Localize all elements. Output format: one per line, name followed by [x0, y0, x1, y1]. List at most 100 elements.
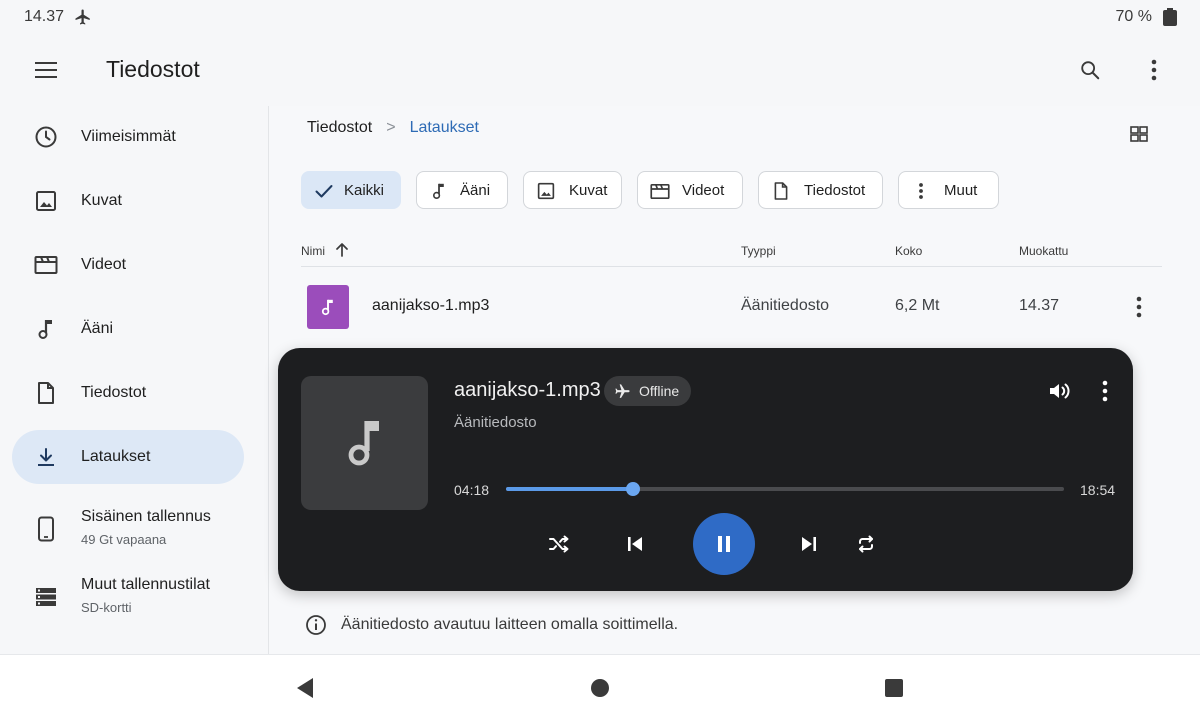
breadcrumb-current[interactable]: Lataukset — [410, 119, 479, 137]
column-header-size[interactable]: Koko — [895, 244, 922, 258]
sidebar-item-recent[interactable]: Viimeisimmät — [12, 110, 244, 164]
image-icon — [34, 189, 58, 213]
skip-next-icon[interactable] — [794, 529, 824, 559]
pause-button[interactable] — [693, 513, 755, 575]
filter-chip-label: Ääni — [460, 182, 491, 199]
sidebar-item-label: Tiedostot — [81, 384, 147, 401]
sidebar-item-videos[interactable]: Videot — [12, 238, 244, 292]
row-more-vert-icon[interactable] — [1127, 295, 1151, 319]
airplane-icon — [614, 383, 631, 400]
breadcrumb: Tiedostot > Lataukset — [307, 119, 479, 137]
check-icon — [314, 181, 334, 201]
phone-icon — [34, 516, 58, 542]
repeat-icon[interactable] — [851, 529, 881, 559]
shuffle-icon[interactable] — [544, 529, 574, 559]
offline-label: Offline — [639, 383, 680, 399]
more-vert-icon — [911, 181, 931, 201]
pause-icon — [718, 536, 730, 552]
filter-chip-all[interactable]: Kaikki — [301, 171, 401, 209]
recents-icon[interactable] — [881, 675, 907, 701]
audio-file-icon — [307, 285, 349, 329]
sidebar-item-sublabel: 49 Gt vapaana — [81, 532, 167, 547]
filter-chip-label: Kaikki — [344, 182, 385, 199]
sidebar-item-label: Sisäinen tallennus — [81, 508, 211, 525]
info-icon — [305, 614, 327, 636]
search-icon[interactable] — [1072, 52, 1108, 88]
sidebar-item-internal-storage[interactable]: Sisäinen tallennus 49 Gt vapaana — [12, 502, 244, 556]
image-icon — [536, 181, 556, 201]
sidebar-item-label: Viimeisimmät — [81, 128, 176, 145]
media-player: aanijakso-1.mp3 Offline Äänitiedosto 04:… — [278, 348, 1133, 591]
column-header-modified[interactable]: Muokattu — [1019, 244, 1068, 258]
offline-badge: Offline — [604, 376, 692, 406]
filter-chip-images[interactable]: Kuvat — [523, 171, 622, 209]
app-bar: Tiedostot — [0, 34, 1200, 106]
music-note-icon — [34, 317, 58, 341]
info-message: Äänitiedosto avautuu laitteen omalla soi… — [305, 614, 678, 636]
column-header-type[interactable]: Tyyppi — [741, 244, 776, 258]
sidebar-item-downloads[interactable]: Lataukset — [12, 430, 244, 484]
file-name: aanijakso-1.mp3 — [372, 297, 490, 314]
music-note-icon — [429, 181, 449, 201]
seek-bar[interactable] — [506, 482, 1064, 496]
system-navigation-bar — [0, 654, 1200, 720]
sidebar-item-label: Muut tallennustilat — [81, 576, 210, 593]
table-row[interactable]: aanijakso-1.mp3 Äänitiedosto 6,2 Mt 14.3… — [301, 282, 1162, 332]
sidebar-item-label: Ääni — [81, 320, 114, 337]
sort-arrow-up-icon[interactable] — [335, 242, 349, 258]
breadcrumb-root[interactable]: Tiedostot — [307, 119, 372, 137]
volume-icon[interactable] — [1047, 378, 1073, 404]
seek-bar-progress — [506, 487, 633, 491]
player-title: aanijakso-1.mp3 — [454, 379, 601, 401]
sidebar-item-label: Videot — [81, 256, 127, 273]
file-size: 6,2 Mt — [895, 297, 940, 314]
current-time: 04:18 — [454, 482, 490, 498]
battery-icon — [1162, 8, 1178, 26]
filter-chip-label: Tiedostot — [804, 182, 866, 199]
storage-icon — [34, 585, 58, 609]
home-icon[interactable] — [587, 675, 613, 701]
menu-icon[interactable] — [28, 52, 64, 88]
app-title: Tiedostot — [106, 56, 200, 82]
column-header-name[interactable]: Nimi — [301, 244, 325, 258]
file-type: Äänitiedosto — [741, 297, 830, 314]
battery-level: 70 % — [1115, 8, 1152, 25]
seek-bar-handle[interactable] — [625, 482, 640, 496]
album-art — [301, 376, 428, 510]
sidebar-item-audio[interactable]: Ääni — [12, 302, 244, 356]
table-header-divider — [301, 266, 1162, 267]
video-icon — [650, 181, 670, 201]
sidebar-item-label: Kuvat — [81, 192, 122, 209]
filter-chip-other[interactable]: Muut — [898, 171, 999, 209]
filter-chip-documents[interactable]: Tiedostot — [758, 171, 883, 209]
music-note-icon — [348, 421, 379, 466]
clock-icon — [34, 125, 58, 149]
filter-chip-label: Videot — [682, 182, 725, 199]
video-icon — [34, 253, 58, 277]
filter-chip-audio[interactable]: Ääni — [416, 171, 508, 209]
airplane-mode-icon — [74, 8, 92, 26]
skip-previous-icon[interactable] — [620, 529, 650, 559]
player-subtitle: Äänitiedosto — [454, 414, 537, 431]
sidebar-item-images[interactable]: Kuvat — [12, 174, 244, 228]
sidebar-item-label: Lataukset — [81, 448, 151, 465]
document-icon — [34, 381, 58, 405]
player-more-vert-icon[interactable] — [1093, 378, 1117, 404]
sidebar-item-sublabel: SD-kortti — [81, 600, 132, 615]
file-modified: 14.37 — [1019, 297, 1060, 314]
filter-chip-videos[interactable]: Videot — [637, 171, 743, 209]
grid-view-icon[interactable] — [1127, 122, 1151, 146]
more-vert-icon[interactable] — [1136, 52, 1172, 88]
breadcrumb-separator: > — [386, 119, 396, 136]
info-text: Äänitiedosto avautuu laitteen omalla soi… — [341, 616, 679, 633]
sidebar-item-other-storage[interactable]: Muut tallennustilat SD-kortti — [12, 570, 244, 624]
filter-chip-label: Muut — [944, 182, 978, 199]
filter-chip-label: Kuvat — [569, 182, 608, 199]
sidebar-item-documents[interactable]: Tiedostot — [12, 366, 244, 420]
sidebar: Viimeisimmät Kuvat Videot Ääni Tiedostot… — [0, 106, 268, 654]
table-header: Nimi Tyyppi Koko Muokattu — [301, 242, 1162, 266]
status-bar: 14.37 70 % — [0, 0, 1200, 34]
document-icon — [771, 181, 791, 201]
back-icon[interactable] — [292, 675, 318, 701]
download-icon — [34, 445, 58, 469]
